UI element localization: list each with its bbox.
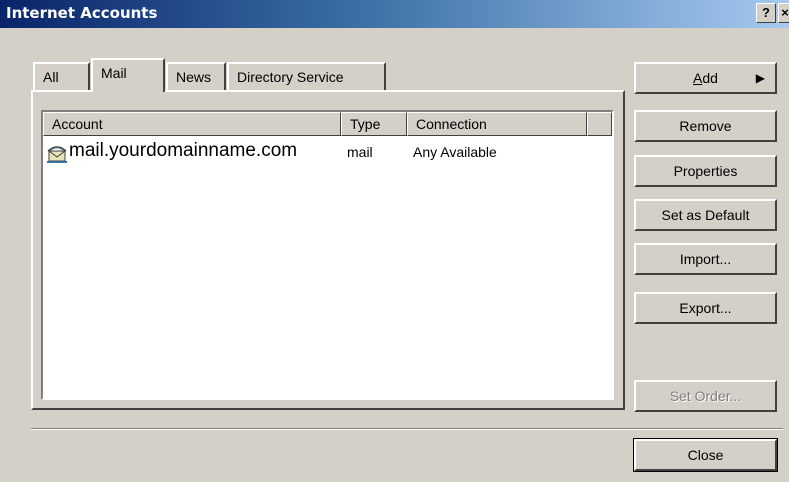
title-bar: Internet Accounts ? × (0, 0, 789, 28)
import-button[interactable]: Import... (634, 243, 777, 275)
tab-all[interactable]: All (33, 62, 90, 90)
account-name: mail.yourdomainname.com (69, 140, 298, 161)
tab-news[interactable]: News (166, 62, 226, 90)
column-header-account-label: Account (52, 116, 103, 132)
column-header-connection-label: Connection (416, 116, 487, 132)
properties-button-label: Properties (673, 163, 738, 179)
account-type: mail (347, 144, 373, 160)
export-button-label: Export... (679, 300, 732, 316)
submenu-arrow-icon: ▶ (755, 71, 765, 85)
accounts-list[interactable]: Account Type Connection mail.yourdomainn… (41, 110, 614, 400)
tab-directory-service[interactable]: Directory Service (227, 62, 386, 90)
list-item[interactable]: mail.yourdomainname.com mail Any Availab… (43, 140, 612, 167)
column-header-account[interactable]: Account (43, 112, 341, 136)
export-button[interactable]: Export... (634, 292, 777, 324)
mail-account-icon (45, 142, 69, 167)
tab-all-label: All (43, 69, 59, 85)
add-button-rest: dd (702, 70, 718, 86)
help-button[interactable]: ? (756, 3, 776, 23)
close-button-label: Close (687, 447, 724, 463)
remove-button-label: Remove (679, 118, 732, 134)
column-header-type-label: Type (350, 116, 381, 132)
column-header-connection[interactable]: Connection (407, 112, 587, 136)
column-header-empty[interactable] (587, 112, 612, 136)
remove-button[interactable]: Remove (634, 110, 777, 142)
close-button[interactable]: Close (633, 438, 778, 472)
add-button-accel: A (693, 70, 703, 86)
set-order-button: Set Order... (634, 380, 777, 412)
separator (31, 428, 783, 430)
add-button[interactable]: Add ▶ (634, 62, 777, 94)
set-as-default-button[interactable]: Set as Default (634, 199, 777, 231)
tab-directory-service-label: Directory Service (237, 69, 344, 85)
account-connection: Any Available (413, 144, 497, 160)
import-button-label: Import... (679, 251, 732, 267)
column-header-type[interactable]: Type (341, 112, 407, 136)
close-window-button[interactable]: × (778, 3, 789, 23)
set-as-default-button-label: Set as Default (661, 207, 750, 223)
tab-mail-label: Mail (101, 65, 127, 81)
tab-mail[interactable]: Mail (91, 58, 165, 92)
set-order-button-label: Set Order... (669, 388, 742, 404)
tab-news-label: News (176, 69, 212, 85)
window-title: Internet Accounts (6, 4, 158, 22)
properties-button[interactable]: Properties (634, 155, 777, 187)
